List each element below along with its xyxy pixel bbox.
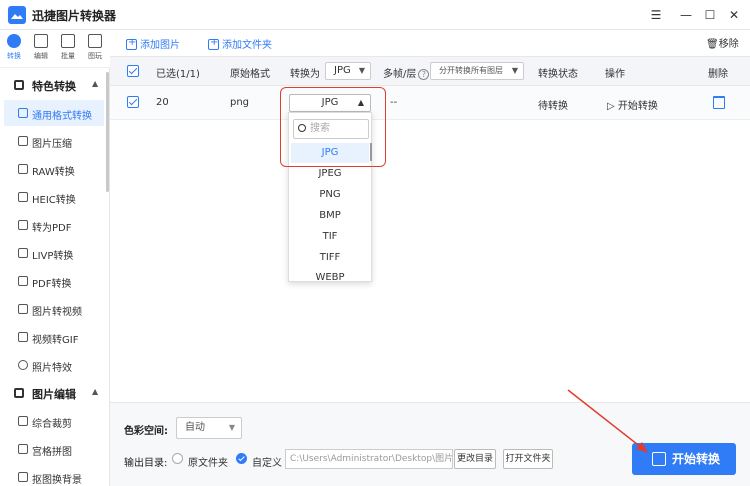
- annotation-arrow: [567, 389, 648, 453]
